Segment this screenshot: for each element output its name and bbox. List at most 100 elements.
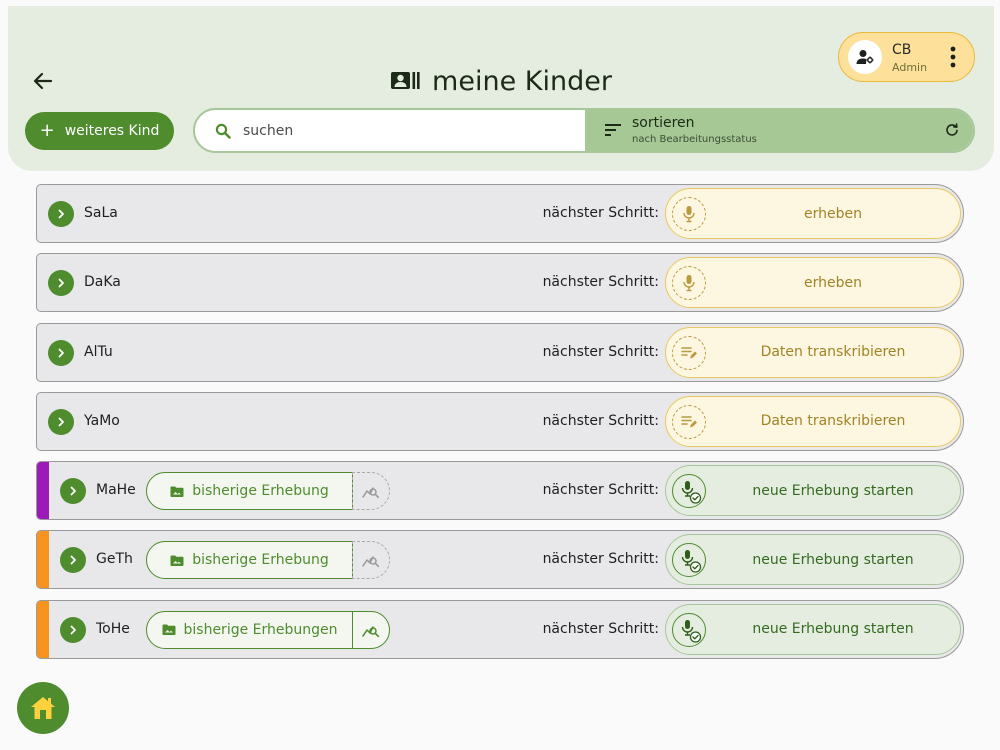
- next-step-button[interactable]: erheben: [665, 257, 961, 309]
- chevron-right-icon: [56, 278, 66, 288]
- children-list-icon: [391, 72, 420, 89]
- chevron-right-icon: [68, 625, 78, 635]
- child-row[interactable]: AlTu nächster Schritt: Daten transkribier…: [36, 322, 964, 382]
- plus-icon: +: [39, 120, 55, 141]
- analysis-off-icon: [362, 483, 380, 499]
- next-step-button[interactable]: neue Erhebung starten: [665, 603, 961, 655]
- status-flag: [37, 531, 49, 589]
- analysis-on-icon: [362, 622, 380, 638]
- previous-assessment-button[interactable]: bisherige Erhebungen: [146, 610, 353, 649]
- next-step-button[interactable]: Daten transkribieren: [665, 395, 961, 447]
- previous-assessment-button[interactable]: bisherige Erhebung: [146, 472, 353, 511]
- mic-icon: [672, 266, 706, 301]
- folder-image-icon: [162, 624, 176, 636]
- expand-button[interactable]: [48, 270, 74, 297]
- app-header: meine Kinder CB Admin + weiteres Kind su…: [8, 6, 994, 171]
- home-button[interactable]: [17, 682, 69, 734]
- child-row[interactable]: YaMo nächster Schritt: Daten transkribier…: [36, 391, 964, 451]
- analysis-button[interactable]: [352, 610, 390, 649]
- add-child-label: weiteres Kind: [64, 123, 160, 139]
- user-admin-icon: [856, 50, 874, 64]
- expand-button[interactable]: [48, 408, 74, 435]
- mic-check-icon: [672, 612, 706, 647]
- child-row[interactable]: MaHe bisherige Erhebung nächster Schritt…: [36, 461, 964, 521]
- next-step-action-label: Daten transkribieren: [760, 344, 906, 361]
- next-step-label: nächster Schritt:: [542, 620, 659, 637]
- chevron-right-icon: [56, 209, 66, 219]
- next-step-action-label: neue Erhebung starten: [752, 482, 914, 499]
- search-input[interactable]: [243, 122, 543, 139]
- back-button[interactable]: [28, 66, 58, 96]
- status-flag: [37, 600, 49, 658]
- expand-button[interactable]: [60, 478, 86, 505]
- sort-title: sortieren: [632, 115, 695, 131]
- next-step-action-label: neue Erhebung starten: [752, 621, 914, 638]
- child-name: GeTh: [96, 551, 133, 568]
- next-step-button[interactable]: neue Erhebung starten: [665, 465, 961, 517]
- search-sort-bar: sortieren nach Bearbeitungsstatus: [193, 108, 975, 153]
- status-flag: [37, 462, 49, 520]
- avatar: [848, 40, 882, 74]
- previous-assessment-label: bisherige Erhebungen: [183, 621, 338, 638]
- previous-assessment-label: bisherige Erhebung: [192, 483, 329, 500]
- more-menu-button[interactable]: [943, 43, 963, 71]
- next-step-action-label: neue Erhebung starten: [752, 551, 914, 568]
- child-row[interactable]: SaLa nächster Schritt: erheben: [36, 184, 964, 243]
- analysis-button[interactable]: [352, 472, 390, 511]
- next-step-label: nächster Schritt:: [542, 205, 659, 221]
- child-name: SaLa: [84, 205, 118, 221]
- sort-icon: [605, 124, 621, 136]
- expand-button[interactable]: [60, 616, 86, 643]
- child-row[interactable]: DaKa nächster Schritt: erheben: [36, 253, 964, 313]
- child-name: AlTu: [84, 343, 113, 360]
- mic-check-icon: [672, 474, 706, 509]
- children-list: SaLa nächster Schritt: erheben DaKa nächst…: [36, 184, 964, 669]
- mic-icon: [672, 197, 706, 231]
- child-row[interactable]: ToHe bisherige Erhebungen nächster Schri…: [36, 599, 964, 659]
- user-role: Admin: [892, 61, 928, 74]
- previous-assessment-label: bisherige Erhebung: [192, 552, 329, 569]
- chevron-right-icon: [56, 417, 66, 427]
- sort-dropdown[interactable]: sortieren nach Bearbeitungsstatus: [585, 110, 973, 151]
- child-name: MaHe: [96, 482, 136, 499]
- next-step-button[interactable]: Daten transkribieren: [665, 326, 961, 378]
- kebab-menu-icon: [950, 46, 956, 68]
- arrow-left-icon: [33, 72, 53, 90]
- analysis-button[interactable]: [352, 541, 390, 580]
- expand-button[interactable]: [48, 339, 74, 366]
- search-field[interactable]: [195, 110, 585, 151]
- child-row[interactable]: GeTh bisherige Erhebung nächster Schritt…: [36, 530, 964, 590]
- folder-image-icon: [170, 555, 184, 566]
- chevron-right-icon: [68, 486, 78, 496]
- next-step-action-label: erheben: [804, 274, 862, 291]
- next-step-label: nächster Schritt:: [542, 551, 659, 568]
- child-name: ToHe: [96, 620, 130, 637]
- chevron-right-icon: [56, 348, 66, 358]
- child-name: DaKa: [84, 274, 121, 291]
- next-step-action-label: erheben: [804, 205, 862, 222]
- next-step-action-label: Daten transkribieren: [760, 413, 906, 430]
- next-step-label: nächster Schritt:: [542, 274, 659, 291]
- transcribe-icon: [672, 335, 706, 370]
- search-icon: [215, 123, 231, 139]
- reset-icon[interactable]: [945, 123, 959, 137]
- child-name: YaMo: [84, 412, 120, 429]
- sort-subtitle: nach Bearbeitungsstatus: [632, 134, 757, 145]
- expand-button[interactable]: [48, 201, 74, 227]
- user-initials: CB: [892, 42, 912, 58]
- next-step-label: nächster Schritt:: [542, 412, 659, 429]
- user-chip[interactable]: CB Admin: [838, 32, 975, 82]
- chevron-right-icon: [68, 555, 78, 565]
- next-step-label: nächster Schritt:: [542, 343, 659, 360]
- next-step-button[interactable]: erheben: [665, 188, 961, 239]
- analysis-off-icon: [362, 552, 380, 568]
- page-title: meine Kinder: [432, 65, 612, 97]
- next-step-button[interactable]: neue Erhebung starten: [665, 534, 961, 586]
- previous-assessment-button[interactable]: bisherige Erhebung: [146, 541, 353, 580]
- folder-image-icon: [170, 486, 184, 497]
- add-child-button[interactable]: + weiteres Kind: [25, 112, 174, 150]
- expand-button[interactable]: [60, 547, 86, 574]
- transcribe-icon: [672, 404, 706, 439]
- home-icon: [31, 697, 55, 719]
- next-step-label: nächster Schritt:: [542, 482, 659, 499]
